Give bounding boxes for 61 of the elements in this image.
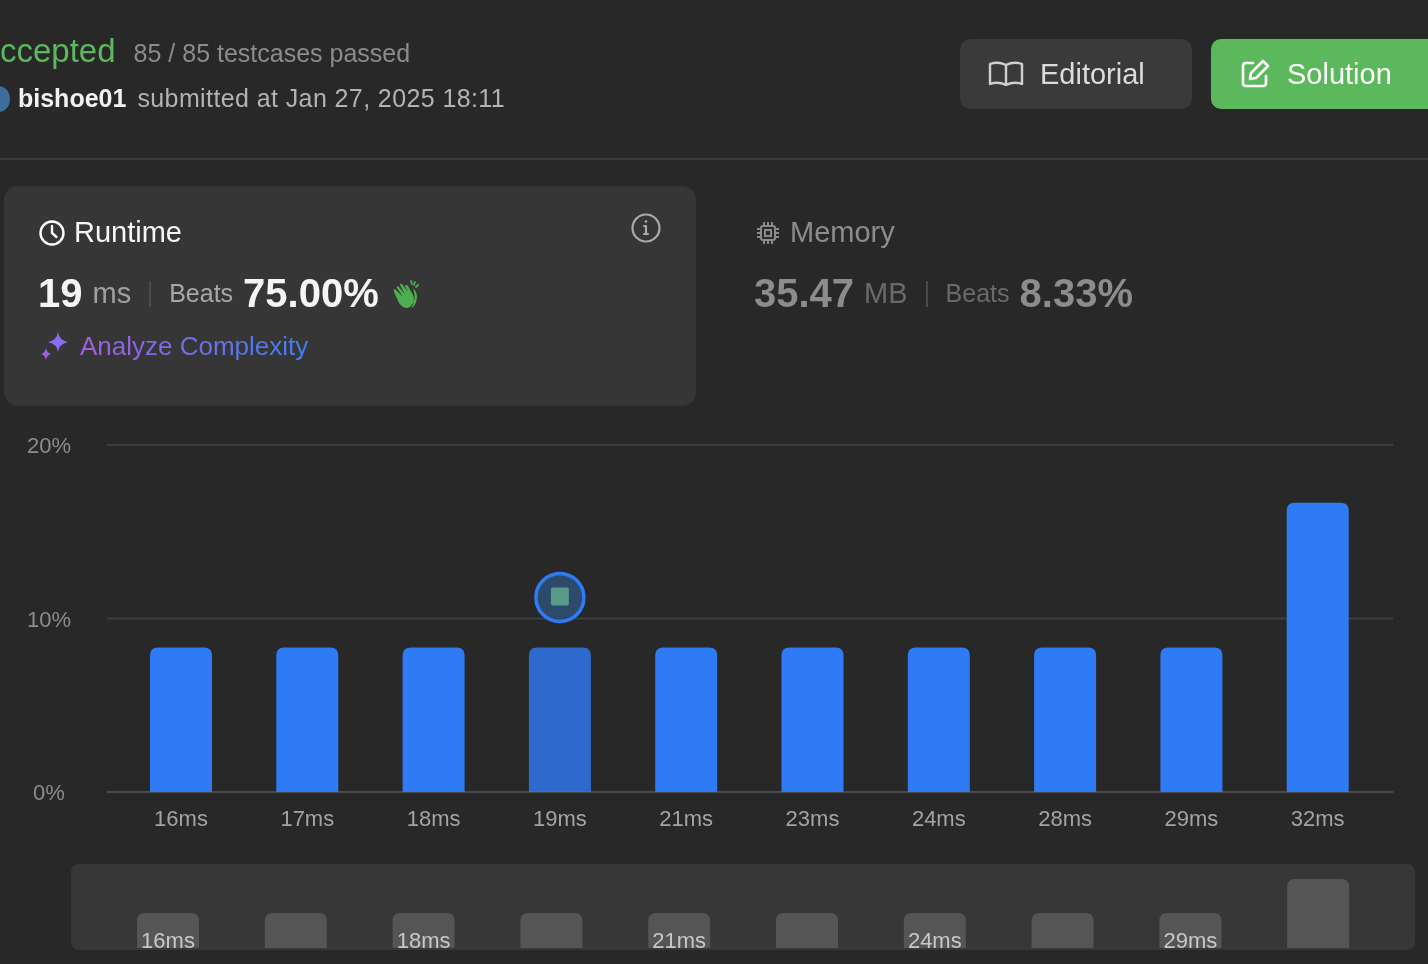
runtime-title: Runtime — [74, 216, 182, 249]
chart-bar[interactable] — [402, 647, 465, 792]
chart-bar[interactable] — [655, 647, 718, 792]
overview-bar — [1287, 879, 1350, 948]
overview-bar — [903, 913, 966, 948]
x-axis-label: 16ms — [154, 806, 208, 831]
status-label: ccepted — [0, 32, 116, 70]
y-axis-label: 20% — [27, 433, 71, 458]
x-axis-label: 18ms — [406, 806, 461, 831]
overview-bar — [520, 913, 583, 948]
solution-button[interactable]: Solution — [1211, 39, 1428, 109]
testcases-text: 85 / 85 testcases passed — [133, 39, 411, 68]
chart-bar[interactable] — [1286, 502, 1349, 792]
x-axis-label: 23ms — [785, 806, 840, 831]
runtime-value: 19 — [38, 271, 83, 316]
runtime-unit: ms — [92, 277, 132, 310]
x-axis-label: 21ms — [659, 806, 714, 831]
overview-bar — [264, 913, 327, 948]
chart-bar[interactable] — [781, 647, 844, 792]
x-axis-label: 19ms — [533, 806, 587, 831]
memory-title: Memory — [790, 216, 895, 249]
editorial-button[interactable]: Editorial — [960, 39, 1192, 109]
overview-label: 18ms — [396, 928, 451, 950]
memory-panel[interactable]: Memory 35.47 MB Beats 8.33% — [730, 186, 1330, 406]
edit-icon — [1239, 58, 1271, 90]
overview-bar — [1031, 913, 1094, 948]
beats-percent: 8.33% — [1019, 271, 1133, 316]
y-axis-label: 10% — [27, 606, 71, 632]
info-icon[interactable] — [630, 211, 662, 244]
user-avatar-marker — [534, 571, 586, 624]
overview-label: 16ms — [141, 928, 195, 950]
memory-unit: MB — [864, 277, 908, 310]
submitted-text: submitted at Jan 27, 2025 18:11 — [137, 84, 506, 113]
chart-bar[interactable] — [1160, 647, 1223, 792]
chart-bar[interactable] — [528, 647, 591, 792]
x-axis-label: 29ms — [1164, 806, 1219, 831]
overview-bar — [776, 913, 838, 948]
chart-bar[interactable] — [907, 647, 970, 792]
overview-bar — [648, 913, 711, 948]
runtime-card[interactable]: Runtime 19 ms Beats 75.00% Analyze Complexity — [4, 186, 696, 406]
memory-value: 35.47 — [754, 271, 855, 316]
username-link[interactable]: bishoe01 — [18, 84, 127, 113]
beats-label: Beats — [945, 279, 1010, 308]
x-axis-label: 17ms — [280, 806, 335, 831]
x-axis-label: 24ms — [911, 806, 966, 831]
beats-label: Beats — [169, 279, 234, 308]
overview-label: 24ms — [907, 928, 962, 950]
overview-label: 29ms — [1163, 928, 1218, 950]
overview-bar — [137, 913, 199, 948]
overview-bar — [392, 913, 455, 948]
chart-bar[interactable] — [1034, 647, 1097, 792]
overview-bar — [1159, 913, 1222, 948]
chart-bar[interactable] — [276, 647, 339, 792]
y-axis-label: 0% — [33, 780, 65, 805]
x-axis-label: 32ms — [1290, 806, 1345, 831]
book-icon — [988, 60, 1024, 88]
overview-label: 21ms — [652, 928, 707, 950]
beats-percent: 75.00% — [243, 271, 379, 316]
x-axis-label: 28ms — [1038, 806, 1092, 831]
range-overview[interactable]: 16ms 18ms 21ms 24ms 29ms — [71, 864, 1415, 950]
clock-icon — [38, 218, 66, 247]
